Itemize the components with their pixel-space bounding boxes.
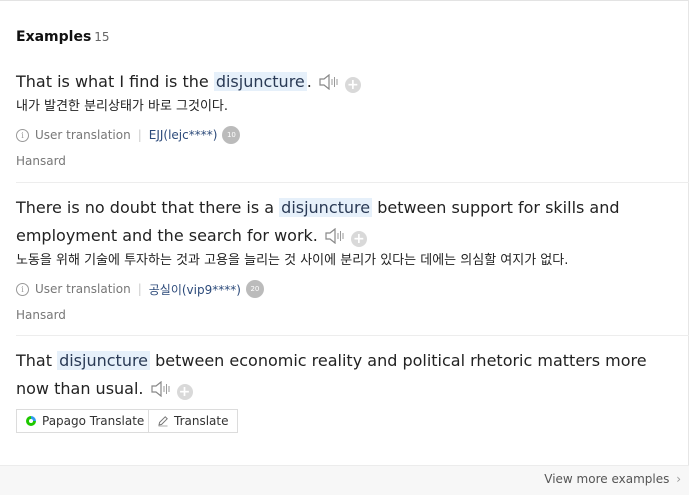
example-translation: 내가 발견한 분리상태가 바로 그것이다. xyxy=(16,99,229,114)
papago-translate-label: Papago Translate xyxy=(42,414,145,428)
user-link[interactable]: 공실이(vip9****) xyxy=(149,281,241,298)
translate-label: Translate xyxy=(174,414,229,428)
sentence-text: That xyxy=(16,351,58,370)
translation-type: User translation xyxy=(35,128,131,142)
translate-button[interactable]: Translate xyxy=(148,409,238,433)
papago-translate-button[interactable]: Papago Translate xyxy=(16,409,154,433)
view-more-label: View more examples xyxy=(544,472,670,486)
example-item: That is what I find is the disjuncture. +… xyxy=(16,68,681,168)
highlighted-term[interactable]: disjuncture xyxy=(279,198,373,217)
divider xyxy=(16,335,689,336)
divider xyxy=(16,182,689,183)
speaker-icon[interactable] xyxy=(150,378,172,398)
highlighted-term[interactable]: disjuncture xyxy=(213,72,307,91)
highlighted-term[interactable]: disjuncture xyxy=(57,351,151,370)
examples-count: 15 xyxy=(94,30,110,44)
examples-header: Examples 15 xyxy=(16,29,110,45)
example-sentence: That disjuncture between economic realit… xyxy=(16,347,681,403)
plus-icon[interactable]: + xyxy=(176,384,193,400)
examples-title: Examples xyxy=(16,29,92,45)
translation-meta: i User translation | EJJ(lejc****) 10 xyxy=(16,126,681,144)
user-level-badge: 20 xyxy=(245,280,264,298)
plus-icon[interactable]: + xyxy=(350,231,367,247)
top-border xyxy=(0,0,689,1)
example-source: Hansard xyxy=(16,154,66,168)
user-level-badge: 10 xyxy=(222,126,241,144)
view-more-examples-link[interactable]: View more examples › xyxy=(544,472,681,486)
example-source: Hansard xyxy=(16,308,66,322)
example-item: That disjuncture between economic realit… xyxy=(16,347,681,403)
example-item: There is no doubt that there is a disjun… xyxy=(16,194,681,322)
example-sentence: There is no doubt that there is a disjun… xyxy=(16,194,681,250)
example-sentence: That is what I find is the disjuncture. + xyxy=(16,68,681,96)
translation-type: User translation xyxy=(35,282,131,296)
chevron-right-icon: › xyxy=(676,472,681,486)
example-translation: 노동을 위해 기술에 투자하는 것과 고용을 늘리는 것 사이에 분리가 있다는… xyxy=(16,253,569,268)
plus-icon[interactable]: + xyxy=(344,77,361,93)
sentence-text: . xyxy=(306,72,312,91)
sentence-text: That is what I find is the xyxy=(16,72,214,91)
user-link[interactable]: EJJ(lejc****) xyxy=(149,128,218,142)
sentence-text: There is no doubt that there is a xyxy=(16,198,280,217)
speaker-icon[interactable] xyxy=(318,71,340,91)
pencil-icon xyxy=(157,415,169,427)
info-icon: i xyxy=(16,282,29,296)
papago-logo-icon xyxy=(25,415,37,427)
speaker-icon[interactable] xyxy=(324,225,346,245)
translation-meta: i User translation | 공실이(vip9****) 20 xyxy=(16,280,681,298)
info-icon: i xyxy=(16,128,29,142)
separator: | xyxy=(137,128,142,142)
separator: | xyxy=(137,282,142,296)
